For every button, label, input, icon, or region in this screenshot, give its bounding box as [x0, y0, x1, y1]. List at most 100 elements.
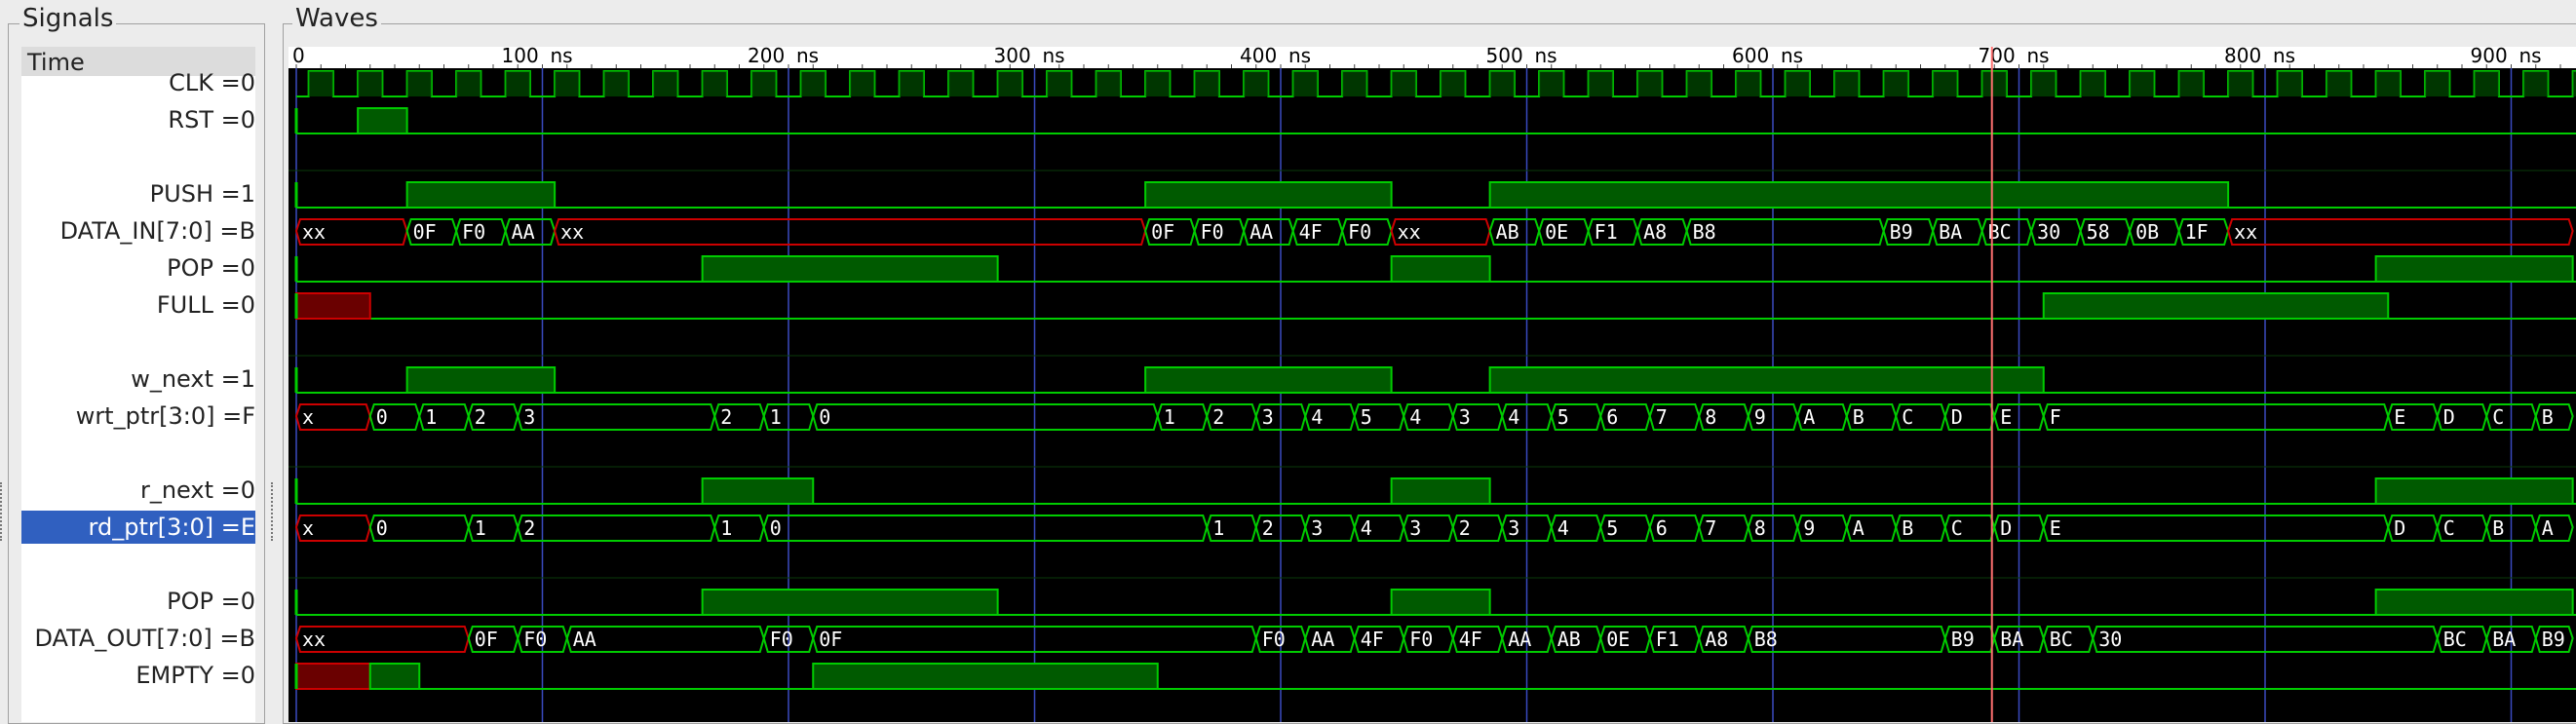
clock-high-fill — [751, 71, 777, 96]
bus-value: 2 — [1212, 405, 1224, 429]
clock-high-fill — [2228, 71, 2253, 96]
time-tick-unit: ns — [796, 47, 819, 67]
time-tick-label: 200 — [748, 47, 785, 67]
bit-high-pulse — [2374, 589, 2574, 616]
clock-high-fill — [406, 71, 432, 96]
bit-unknown-region — [295, 663, 371, 690]
time-tick-label: 900 — [2471, 47, 2508, 67]
bus-value: 1 — [1212, 516, 1224, 540]
clock-high-fill — [1047, 71, 1072, 96]
clock-high-fill — [1096, 71, 1121, 96]
clock-high-fill — [505, 71, 530, 96]
time-tick-label: 500 — [1486, 47, 1523, 67]
signal-spacer — [21, 140, 255, 173]
bit-high-pulse — [1390, 255, 1491, 283]
bus-value: 3 — [1262, 405, 1274, 429]
time-tick-unit: ns — [2027, 47, 2050, 67]
clock-high-fill — [1883, 71, 1908, 96]
time-tick-label: 300 — [994, 47, 1031, 67]
clock-high-fill — [2277, 71, 2302, 96]
time-tick-unit: ns — [1288, 47, 1311, 67]
clock-high-fill — [1834, 71, 1860, 96]
clock-high-fill — [702, 71, 727, 96]
clock-high-fill — [555, 71, 580, 96]
bus-value: F0 — [770, 628, 793, 651]
bus-value: F0 — [1201, 220, 1224, 244]
bus-value: A — [2542, 516, 2554, 540]
clock-high-fill — [1342, 71, 1367, 96]
bus-value: 8 — [1754, 516, 1766, 540]
signal-list[interactable]: Time CLK =0 RST =0 PUSH =1 DATA_IN[7:0] =B P… — [21, 47, 255, 722]
clock-high-fill — [2031, 71, 2057, 96]
bus-value: C — [2443, 516, 2455, 540]
bus-value: 4 — [1508, 405, 1519, 429]
bus-value: 4F — [1361, 628, 1384, 651]
signal-name[interactable]: EMPTY =0 — [21, 659, 255, 692]
clock-high-fill — [2326, 71, 2352, 96]
bus-value: xx — [302, 220, 326, 244]
bus-value: AA — [1508, 628, 1531, 651]
bit-high-pulse — [701, 255, 999, 283]
bus-value: 4F — [1299, 220, 1323, 244]
bus-value: AA — [1311, 628, 1334, 651]
bus-value: 4 — [1311, 405, 1323, 429]
bus-value: 0E — [1606, 628, 1630, 651]
left-splitter-grip[interactable] — [0, 482, 6, 541]
signal-name[interactable]: w_next =1 — [21, 362, 255, 396]
bus-value: 2 — [1459, 516, 1471, 540]
signal-name[interactable]: PUSH =1 — [21, 177, 255, 210]
time-tick-unit: ns — [1535, 47, 1557, 67]
bus-value: 3 — [1508, 516, 1519, 540]
clock-high-fill — [1194, 71, 1219, 96]
clock-high-fill — [2425, 71, 2450, 96]
signal-name[interactable]: rd_ptr[3:0] =E — [21, 511, 255, 544]
clock-high-fill — [2375, 71, 2401, 96]
signal-spacer — [21, 548, 255, 581]
bit-high-pulse — [2374, 477, 2574, 505]
bus-value: 5 — [1606, 516, 1618, 540]
clock-high-fill — [2572, 71, 2576, 96]
waves-panel-title: Waves — [292, 6, 381, 31]
bus-value: xx — [2234, 220, 2257, 244]
bit-high-pulse — [368, 663, 421, 690]
signal-name[interactable]: DATA_IN[7:0] =B — [21, 214, 255, 248]
signal-name[interactable]: wrt_ptr[3:0] =F — [21, 400, 255, 433]
bus-value: xx — [1398, 220, 1421, 244]
clock-high-fill — [1489, 71, 1515, 96]
signal-name[interactable]: r_next =0 — [21, 474, 255, 507]
signal-name[interactable]: POP =0 — [21, 585, 255, 618]
signal-name[interactable]: CLK =0 — [21, 66, 255, 99]
waveform-view[interactable]: 0 100 ns 200 ns 300 ns 400 ns 500 ns 600 ns 700 ns 800 n… — [288, 47, 2576, 722]
signal-name[interactable]: RST =0 — [21, 103, 255, 136]
bus-value: 1 — [1164, 405, 1175, 429]
bus-value: AA — [512, 220, 535, 244]
panel-splitter-grip[interactable] — [271, 482, 277, 541]
bus-value: D — [2443, 405, 2455, 429]
time-tick-unit: ns — [551, 47, 573, 67]
bus-value: 0F — [413, 220, 437, 244]
bus-value: C — [1902, 405, 1913, 429]
signals-panel-title: Signals — [19, 6, 117, 31]
bus-value: B — [1853, 405, 1865, 429]
time-tick-unit: ns — [2273, 47, 2295, 67]
bus-value: 1 — [475, 516, 486, 540]
bus-value: 3 — [1311, 516, 1323, 540]
time-tick-unit: ns — [1781, 47, 1803, 67]
signal-name[interactable]: POP =0 — [21, 251, 255, 285]
bus-value: 30 — [2037, 220, 2060, 244]
bit-high-pulse — [812, 663, 1159, 690]
signal-name[interactable]: FULL =0 — [21, 288, 255, 322]
bus-value: C — [1951, 516, 1963, 540]
bus-value: 2 — [1262, 516, 1274, 540]
bit-high-pulse — [2374, 255, 2574, 283]
signal-name[interactable]: DATA_OUT[7:0] =B — [21, 622, 256, 655]
bus-value: F — [2050, 405, 2061, 429]
bit-high-pulse — [701, 589, 999, 616]
bus-value: E — [2050, 516, 2061, 540]
bus-value: 1 — [770, 405, 782, 429]
bus-value: F0 — [1348, 220, 1371, 244]
clock-high-fill — [456, 71, 481, 96]
bus-value: 58 — [2087, 220, 2110, 244]
bus-value: 4F — [1459, 628, 1482, 651]
bus-value: AA — [1250, 220, 1273, 244]
